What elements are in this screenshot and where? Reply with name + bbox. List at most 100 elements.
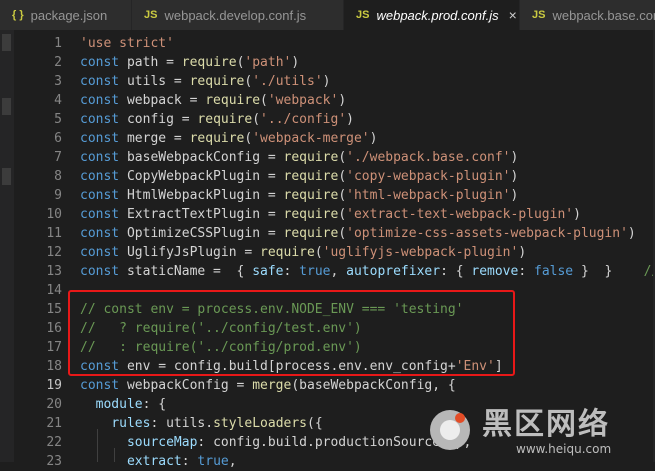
code-token: require: [260, 245, 315, 260]
code-token: true: [299, 264, 331, 279]
code-text: const env = config.build[process.env.env…: [80, 357, 503, 376]
code-token: 'Env': [455, 359, 495, 374]
code-token: } }: [573, 264, 644, 279]
code-line[interactable]: 16 // ? require('../config/test.env'): [14, 319, 655, 338]
code-token: ): [291, 55, 300, 70]
code-text: const webpack = require('webpack'): [80, 91, 346, 110]
line-number: 18: [46, 359, 62, 374]
code-line[interactable]: 1 'use strict': [14, 34, 655, 53]
line-number: 2: [54, 55, 62, 70]
tab-webpack-prod-conf[interactable]: JS webpack.prod.conf.js ×: [344, 0, 520, 30]
js-file-icon: JS: [144, 9, 158, 21]
code-token: ): [510, 150, 519, 165]
code-token: const: [80, 245, 120, 260]
code-token: const: [80, 74, 120, 89]
code-token: const: [80, 55, 120, 70]
line-number: 7: [54, 150, 62, 165]
code-text: // const env = process.env.NODE_ENV === …: [80, 300, 464, 319]
code-line[interactable]: 7 const baseWebpackConfig = require('./we…: [14, 148, 655, 167]
watermark-title: 黑区网络: [482, 407, 610, 442]
code-line[interactable]: 12 const UglifyJsPlugin = require('uglify…: [14, 243, 655, 262]
code-token: module: [95, 397, 143, 412]
code-token: require: [197, 112, 253, 127]
code-token: const: [80, 378, 120, 393]
code-editor[interactable]: 1 'use strict' 2 const path = require('path…: [14, 30, 655, 469]
tab-package-json[interactable]: { } package.json: [0, 0, 132, 30]
code-token: ): [369, 131, 378, 146]
code-line[interactable]: 11 const OptimizeCSSPlugin = require('opt…: [14, 224, 655, 243]
code-token: (: [338, 188, 347, 203]
code-token: ): [322, 74, 331, 89]
line-number: 15: [46, 302, 62, 317]
code-token: :: [518, 264, 534, 279]
code-line[interactable]: 17 // : require('../config/prod.env'): [14, 338, 655, 357]
line-number: 6: [54, 131, 62, 146]
watermark: 黑区网络 www.heiqu.com: [428, 402, 655, 462]
code-text: const CopyWebpackPlugin = require('copy-…: [80, 167, 518, 186]
code-token: 'use strict': [80, 36, 174, 51]
code-token: safe: [252, 264, 284, 279]
code-line[interactable]: 10 const ExtractTextPlugin = require('ext…: [14, 205, 655, 224]
code-token: require: [189, 131, 245, 146]
js-file-icon: JS: [532, 9, 546, 21]
code-token: 'webpack-merge': [252, 131, 370, 146]
code-token: staticName = {: [119, 264, 253, 279]
code-token: false: [534, 264, 574, 279]
code-token: webpack =: [119, 93, 206, 108]
code-token: CopyWebpackPlugin =: [119, 169, 284, 184]
code-token: require: [283, 226, 339, 241]
line-number: 9: [54, 188, 62, 203]
code-line[interactable]: 18 const env = config.build[process.env.e…: [14, 357, 655, 376]
code-text: const HtmlWebpackPlugin = require('html-…: [80, 186, 518, 205]
code-token: // ? require('../config/test.env'): [80, 321, 362, 336]
tab-webpack-base-conf[interactable]: JS webpack.base.conf.js: [520, 0, 655, 30]
code-line[interactable]: 15 // const env = process.env.NODE_ENV ==…: [14, 300, 655, 319]
code-token: (: [338, 150, 347, 165]
line-number: 1: [54, 36, 62, 51]
line-number: 12: [46, 245, 62, 260]
code-line[interactable]: 14: [14, 281, 655, 300]
code-token: 'extract-text-webpack-plugin': [346, 207, 574, 222]
code-token: merge: [252, 378, 292, 393]
activity-marker: [2, 34, 11, 51]
activity-marker: [2, 98, 11, 115]
line-number: 11: [46, 226, 62, 241]
watermark-subtitle: www.heiqu.com: [516, 442, 612, 456]
code-token: merge =: [119, 131, 190, 146]
code-token: require: [283, 150, 339, 165]
code-token: (baseWebpackConfig, {: [291, 378, 456, 393]
code-token: const: [80, 226, 120, 241]
close-icon[interactable]: ×: [509, 7, 517, 23]
code-token: '../config': [260, 112, 347, 127]
code-token: OptimizeCSSPlugin =: [119, 226, 284, 241]
line-number: 21: [46, 416, 62, 431]
code-text: const path = require('path'): [80, 53, 299, 72]
code-token: : {: [440, 264, 472, 279]
code-token: ExtractTextPlugin =: [119, 207, 284, 222]
code-line[interactable]: 19 const webpackConfig = merge(baseWebpac…: [14, 376, 655, 395]
code-line[interactable]: 2 const path = require('path'): [14, 53, 655, 72]
code-token: config =: [119, 112, 198, 127]
code-text: const UglifyJsPlugin = require('uglifyjs…: [80, 243, 526, 262]
code-line[interactable]: 3 const utils = require('./utils'): [14, 72, 655, 91]
code-token: './utils': [252, 74, 323, 89]
code-token: require: [283, 169, 339, 184]
code-token: autoprefixer: [346, 264, 441, 279]
code-token: const: [80, 131, 120, 146]
code-token: (: [338, 169, 347, 184]
code-token: ): [573, 207, 581, 222]
code-line[interactable]: 6 const merge = require('webpack-merge'): [14, 129, 655, 148]
code-token: require: [181, 55, 237, 70]
code-line[interactable]: 4 const webpack = require('webpack'): [14, 91, 655, 110]
tab-webpack-develop-conf[interactable]: JS webpack.develop.conf.js: [132, 0, 344, 30]
code-token: const: [80, 188, 120, 203]
code-line[interactable]: 13 const staticName = { safe: true, autop…: [14, 262, 655, 281]
code-token: const: [80, 93, 120, 108]
code-line[interactable]: 8 const CopyWebpackPlugin = require('copy…: [14, 167, 655, 186]
code-token: : {: [142, 397, 167, 412]
code-token: (: [252, 112, 261, 127]
code-line[interactable]: 5 const config = require('../config'): [14, 110, 655, 129]
code-line[interactable]: 9 const HtmlWebpackPlugin = require('html…: [14, 186, 655, 205]
code-token: './webpack.base.conf': [346, 150, 511, 165]
code-text: const ExtractTextPlugin = require('extra…: [80, 205, 581, 224]
